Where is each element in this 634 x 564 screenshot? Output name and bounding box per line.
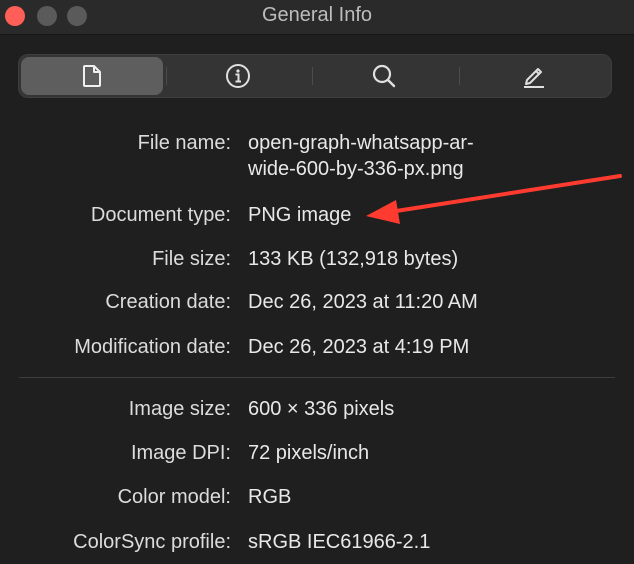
image-size-label: Image size:	[128, 398, 231, 420]
modification-date-label: Modification date:	[74, 336, 231, 358]
creation-date-label: Creation date:	[105, 291, 231, 313]
info-window: General Info File name: open-graph-whats…	[0, 0, 634, 564]
tab-keywords[interactable]	[313, 57, 455, 95]
file-name-line-1: open-graph-whatsapp-ar-	[248, 132, 474, 154]
image-size-value: 600 × 336 pixels	[248, 398, 395, 420]
creation-date-value: Dec 26, 2023 at 11:20 AM	[248, 291, 478, 313]
info-icon	[225, 63, 251, 89]
tab-more-info[interactable]	[167, 57, 309, 95]
image-dpi-value: 72 pixels/inch	[248, 442, 370, 464]
window-title: General Info	[261, 4, 373, 26]
colorsync-profile-value: sRGB IEC61966-2.1	[248, 531, 431, 553]
document-icon	[81, 64, 103, 88]
inspector-tab-bar	[18, 54, 612, 98]
file-size-value: 133 KB (132,918 bytes)	[248, 248, 459, 270]
title-bar: General Info	[0, 0, 634, 35]
colorsync-profile-label: ColorSync profile:	[73, 531, 231, 553]
color-model-label: Color model:	[117, 486, 231, 508]
color-model-value: RGB	[248, 486, 292, 508]
pencil-icon	[521, 63, 547, 89]
section-divider	[19, 377, 615, 378]
file-size-label: File size:	[152, 248, 231, 270]
search-icon	[371, 63, 397, 89]
document-type-label: Document type:	[90, 204, 231, 226]
annotation-arrow-icon	[366, 174, 622, 224]
modification-date-value: Dec 26, 2023 at 4:19 PM	[248, 336, 470, 358]
tab-annotations[interactable]	[460, 57, 608, 95]
file-name-label: File name:	[137, 132, 231, 154]
tab-general-info[interactable]	[21, 57, 163, 95]
image-dpi-label: Image DPI:	[130, 442, 231, 464]
